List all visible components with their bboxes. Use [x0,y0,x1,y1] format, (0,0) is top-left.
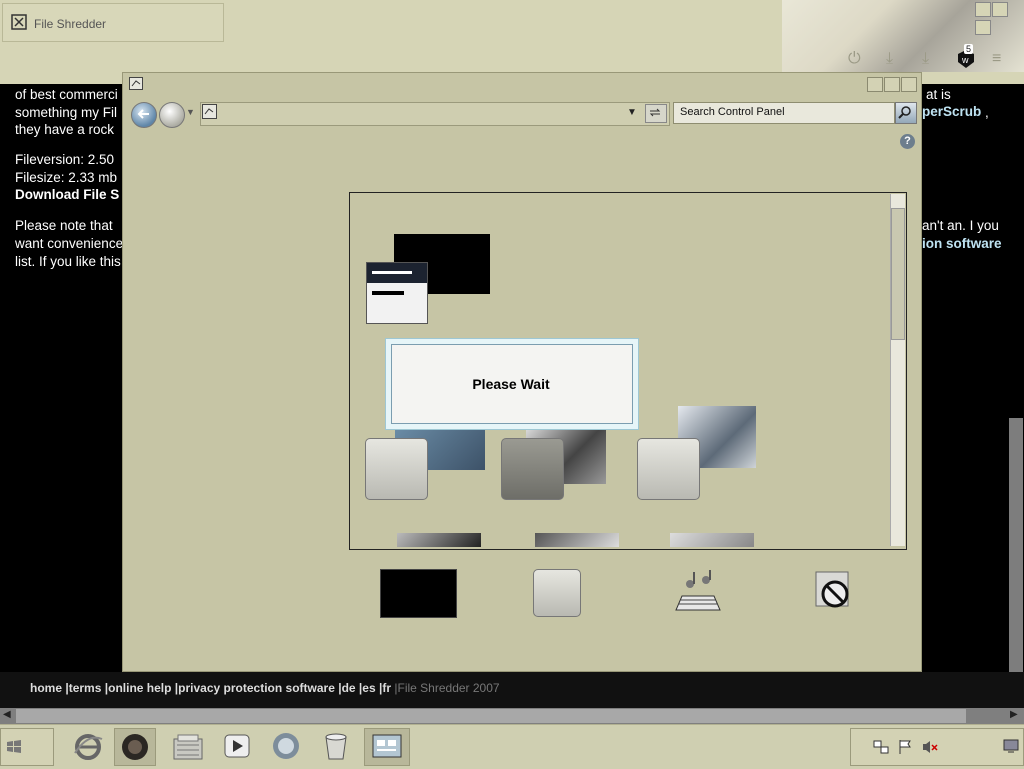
recycle-bin-icon [325,733,347,760]
page-horizontal-scroll-thumb[interactable] [16,709,966,723]
control-panel-icon [202,104,217,119]
tab-title: File Shredder [34,17,107,31]
taskbar-recycle-bin[interactable] [316,728,356,764]
page-text-line3-left: they have a rock [15,122,115,137]
maximize-button[interactable] [992,2,1008,17]
close-button[interactable] [975,20,991,35]
note-line-right: an't an. I you [922,218,999,233]
window-maximize-button[interactable] [884,77,900,92]
footer-copyright: File Shredder 2007 [397,681,500,695]
address-dropdown-icon[interactable]: ▼ [627,107,637,118]
theme-tile-3[interactable] [637,438,700,500]
firefox-icon [122,734,148,760]
media-player-icon [224,734,250,758]
system-tray [850,728,1024,766]
window-controls [866,77,917,95]
extension-badge: 5 [964,44,974,54]
please-wait-text: Please Wait [472,376,550,392]
footer-links: home |terms |online help |privacy protec… [30,681,500,695]
scroll-left-arrow-icon[interactable]: ◀ [3,709,11,720]
download-icon[interactable]: ⤓ [886,50,893,68]
download-link[interactable]: Download File S [15,187,119,202]
footer-link-fr[interactable]: fr [382,681,391,695]
network-icon[interactable] [873,739,889,755]
mouse-pointers-icon[interactable] [813,570,857,616]
search-icon [898,106,911,119]
want-line-left: want convenience [15,236,124,251]
volume-muted-icon[interactable] [921,739,939,755]
shredder-icon [11,14,27,30]
taskbar-messenger[interactable] [266,728,306,764]
control-panel-taskbar-icon [372,734,402,758]
preview-strip-3 [670,533,754,547]
browser-toolbar-icons: ⏻ ⤓ ⤓ w 5 ≡ [840,44,1020,74]
address-bar[interactable] [200,102,670,126]
page-footer: home |terms |online help |privacy protec… [0,672,1024,708]
svg-text:w: w [961,55,969,65]
browser-window-controls[interactable] [974,2,1024,35]
theme-tile-2[interactable] [501,438,564,500]
software-link[interactable]: ion software [922,236,1002,251]
start-button[interactable] [0,728,54,766]
power-icon[interactable]: ⏻ [848,50,861,68]
footer-link-home[interactable]: home [30,681,62,695]
menu-icon[interactable]: ≡ [992,50,1001,68]
taskbar-firefox[interactable] [114,728,156,766]
scroll-right-arrow-icon[interactable]: ▶ [1010,709,1018,720]
window-icon [129,77,143,90]
taskbar-control-panel[interactable] [364,728,410,766]
minimize-button[interactable] [975,2,991,17]
browser-tab[interactable]: File Shredder [2,3,224,42]
taskbar-file-manager[interactable] [168,728,208,764]
preview-strip-2 [535,533,619,547]
note-line-left: Please note that [15,218,113,233]
window-minimize-button[interactable] [867,77,883,92]
refresh-icon [649,108,661,117]
forward-button[interactable] [159,102,185,128]
footer-link-terms[interactable]: terms [69,681,102,695]
theme-tile-1[interactable] [365,438,428,500]
content-scroll-thumb[interactable] [891,208,905,340]
download-icon-2[interactable]: ⤓ [922,50,929,68]
show-desktop-icon[interactable] [1003,739,1019,753]
page-text-comma: , [985,105,989,120]
preview-strip-1 [397,533,481,547]
footer-link-es[interactable]: es [362,681,375,695]
footer-link-privacy[interactable]: privacy protection software [178,681,335,695]
page-text-line1-right: at is [926,87,951,102]
flag-icon[interactable] [897,739,913,755]
file-size: Filesize: 2.33 mb [15,170,118,185]
list-line-left: list. If you like this [15,254,121,269]
taskbar-ie[interactable] [68,728,108,764]
back-arrow-icon [137,109,149,119]
start-icon [7,740,21,753]
page-text-line2-left: something my Fil [15,105,118,120]
sounds-icon[interactable] [672,570,722,616]
taskbar-media-player[interactable] [218,728,258,764]
history-dropdown-icon[interactable]: ▼ [186,107,195,117]
file-manager-icon [173,734,203,760]
messenger-icon [273,733,299,759]
page-text-line1-left: of best commerci [15,87,118,102]
help-icon[interactable]: ? [900,134,915,149]
page-vertical-scroll-thumb[interactable] [1009,418,1023,694]
screensaver-icon[interactable] [380,569,457,618]
ie-icon [74,734,103,760]
search-placeholder: Search Control Panel [680,106,785,118]
file-version: Fileversion: 2.50 [15,152,115,167]
window-color-icon[interactable] [533,569,581,617]
footer-link-de[interactable]: de [342,681,356,695]
cyberscrub-link[interactable]: perScrub [922,104,981,119]
window-preview-icon [366,262,428,324]
footer-link-help[interactable]: online help [108,681,171,695]
window-close-button[interactable] [901,77,917,92]
search-input[interactable]: Search Control Panel [673,102,895,124]
